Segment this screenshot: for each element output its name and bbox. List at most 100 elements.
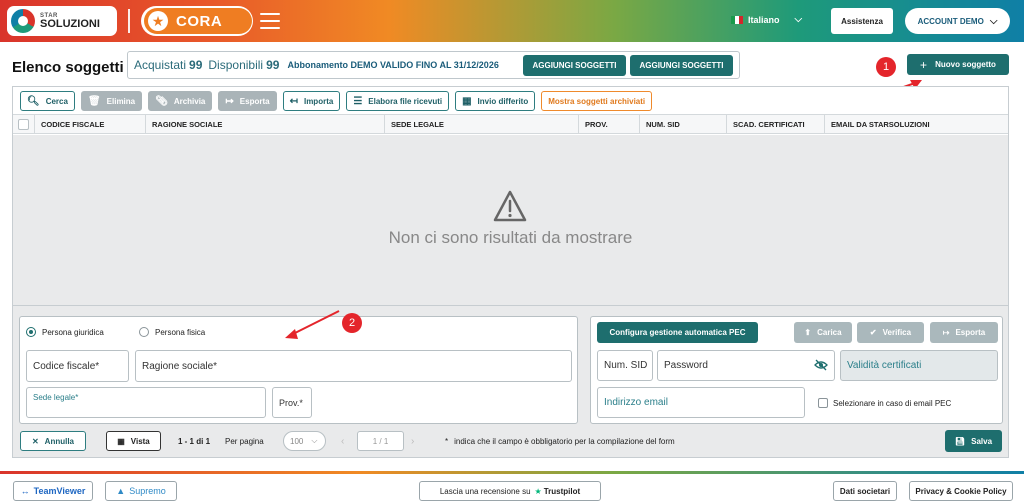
- verify-label: Verifica: [882, 328, 912, 337]
- italian-flag-icon: [731, 15, 743, 24]
- export-button[interactable]: ↦ Esporta: [218, 91, 277, 111]
- add-subjects-button-2[interactable]: AGGIUNGI SOGGETTI: [630, 55, 733, 76]
- export-icon: ↦: [942, 328, 950, 337]
- view-button[interactable]: ▦ Vista: [106, 431, 161, 451]
- password-input[interactable]: Password: [657, 350, 835, 381]
- floppy-icon: 💾︎: [954, 436, 966, 446]
- calendar-icon: ▦: [462, 95, 472, 107]
- configure-pec-button[interactable]: Configura gestione automatica PEC: [597, 322, 758, 343]
- radio-giuridica-label: Persona giuridica: [42, 327, 104, 337]
- hamburger-menu-icon[interactable]: [260, 13, 280, 29]
- trash-icon: 🗑︎: [87, 95, 101, 107]
- ragione-sociale-input[interactable]: Ragione sociale*: [135, 350, 572, 382]
- annotation-badge-1: 1: [876, 57, 896, 77]
- export-pec-label: Esporta: [955, 328, 986, 337]
- footer-divider: [0, 471, 1024, 474]
- radio-persona-fisica[interactable]: Persona fisica: [139, 327, 205, 337]
- column-header-ragione-sociale[interactable]: RAGIONE SOCIALE: [146, 115, 385, 134]
- save-label: Salva: [971, 436, 993, 446]
- required-star: *: [445, 437, 449, 446]
- new-subject-button[interactable]: + Nuovo soggetto: [907, 54, 1009, 75]
- search-button[interactable]: 🔍︎ Cerca: [20, 91, 75, 111]
- trustpilot-review-button[interactable]: Lascia una recensione su ★ Trustpilot: [419, 481, 601, 501]
- per-page-label: Per pagina: [225, 437, 264, 446]
- language-selector[interactable]: Italiano ⌵: [731, 14, 802, 25]
- column-header-scad-certificati[interactable]: SCAD. CERTIFICATI: [727, 115, 825, 134]
- import-label: Importa: [303, 96, 334, 106]
- archive-label: Archivia: [173, 96, 206, 106]
- process-files-label: Elabora file ricevuti: [368, 96, 443, 106]
- pec-config-box: Configura gestione automatica PEC ⬆ Caric…: [590, 316, 1003, 424]
- header-divider: [128, 9, 130, 33]
- warning-icon: [493, 190, 527, 222]
- starsoluzioni-logo[interactable]: STAR SOLUZIONI: [7, 6, 117, 36]
- acquistati-label: Acquistati: [134, 58, 187, 72]
- search-label: Cerca: [45, 96, 68, 106]
- sede-legale-input[interactable]: Sede legale*: [26, 387, 266, 418]
- document-icon: ☰: [353, 95, 363, 107]
- radio-selected-icon: [26, 327, 36, 337]
- teamviewer-button[interactable]: ↔ TeamViewer: [13, 481, 93, 501]
- select-all-cell: [13, 115, 35, 134]
- subjects-panel: 🔍︎ Cerca 🗑︎ Elimina 📎︎ Archivia ↦ Esporta ↤ I…: [12, 86, 1009, 458]
- delete-label: Elimina: [106, 96, 136, 106]
- column-header-email[interactable]: EMAIL DA STARSOLUZIONI: [825, 115, 1008, 134]
- cora-app-badge[interactable]: ★ CORA: [141, 6, 253, 36]
- codice-fiscale-input[interactable]: Codice fiscale*: [26, 350, 129, 382]
- account-label: ACCOUNT DEMO: [917, 16, 984, 26]
- per-page-select[interactable]: 100 ⌵: [283, 431, 326, 451]
- supremo-button[interactable]: ▲ Supremo: [105, 481, 177, 501]
- chevron-down-icon: ⌵: [311, 436, 318, 445]
- table-header: CODICE FISCALE RAGIONE SOCIALE SEDE LEGA…: [13, 114, 1008, 134]
- review-label: Lascia una recensione su: [439, 486, 531, 496]
- empty-results-area: Non ci sono risultati da mostrare: [13, 135, 1008, 305]
- assistance-button[interactable]: Assistenza: [831, 8, 893, 34]
- deferred-send-button[interactable]: ▦ Invio differito: [455, 91, 536, 111]
- toolbar: 🔍︎ Cerca 🗑︎ Elimina 📎︎ Archivia ↦ Esporta ↤ I…: [20, 91, 653, 111]
- delete-button[interactable]: 🗑︎ Elimina: [80, 91, 143, 111]
- app-name: CORA: [176, 12, 223, 30]
- eye-slash-icon[interactable]: [814, 358, 828, 372]
- column-header-num-sid[interactable]: NUM. SID: [640, 115, 727, 134]
- archive-button[interactable]: 📎︎ Archivia: [148, 91, 213, 111]
- star-icon: ★: [148, 11, 168, 31]
- pec-email-checkbox[interactable]: Selezionare in caso di email PEC: [818, 398, 951, 408]
- pec-email-label: Selezionare in caso di email PEC: [833, 398, 952, 408]
- company-data-button[interactable]: Dati societari: [833, 481, 897, 501]
- teamviewer-label: TeamViewer: [33, 486, 86, 496]
- upload-label: Carica: [817, 328, 842, 337]
- column-header-codice-fiscale[interactable]: CODICE FISCALE: [35, 115, 146, 134]
- password-placeholder: Password: [664, 360, 708, 371]
- paperclip-icon: 📎︎: [155, 95, 168, 107]
- logo-mark-icon: [11, 9, 35, 33]
- radio-fisica-label: Persona fisica: [155, 327, 206, 337]
- prov-input[interactable]: Prov.*: [272, 387, 312, 418]
- save-button[interactable]: 💾︎ Salva: [945, 430, 1002, 452]
- checkbox-icon: [818, 398, 828, 408]
- upload-button[interactable]: ⬆ Carica: [794, 322, 852, 343]
- column-header-sede-legale[interactable]: SEDE LEGALE: [385, 115, 579, 134]
- privacy-policy-button[interactable]: Privacy & Cookie Policy: [909, 481, 1013, 501]
- next-page-icon[interactable]: ›: [411, 436, 414, 447]
- subject-form: Persona giuridica Persona fisica 2 Codic…: [13, 305, 1008, 457]
- email-input[interactable]: Indirizzo email: [597, 387, 805, 418]
- page-indicator[interactable]: 1 / 1: [357, 431, 404, 451]
- add-subjects-button[interactable]: AGGIUNGI SOGGETTI: [523, 55, 626, 76]
- export-pec-button[interactable]: ↦ Esporta: [930, 322, 998, 343]
- cancel-button[interactable]: ✕ Annulla: [20, 431, 86, 451]
- teamviewer-icon: ↔: [20, 486, 30, 496]
- prev-page-icon[interactable]: ‹: [341, 436, 344, 447]
- per-page-value: 100: [290, 436, 304, 446]
- process-files-button[interactable]: ☰ Elabora file ricevuti: [346, 91, 450, 111]
- account-menu-button[interactable]: ACCOUNT DEMO ⌵: [905, 8, 1010, 34]
- results-range: 1 - 1 di 1: [178, 437, 211, 446]
- language-label: Italiano: [748, 14, 780, 25]
- show-archived-button[interactable]: Mostra soggetti archiviati: [541, 91, 653, 111]
- num-sid-input[interactable]: Num. SID: [597, 350, 653, 381]
- import-button[interactable]: ↤ Importa: [282, 91, 341, 111]
- select-all-checkbox[interactable]: [18, 119, 29, 130]
- column-header-prov[interactable]: PROV.: [579, 115, 640, 134]
- disponibili-value: 99: [266, 58, 280, 72]
- verify-button[interactable]: ✔ Verifica: [857, 322, 924, 343]
- radio-persona-giuridica[interactable]: Persona giuridica: [26, 327, 104, 337]
